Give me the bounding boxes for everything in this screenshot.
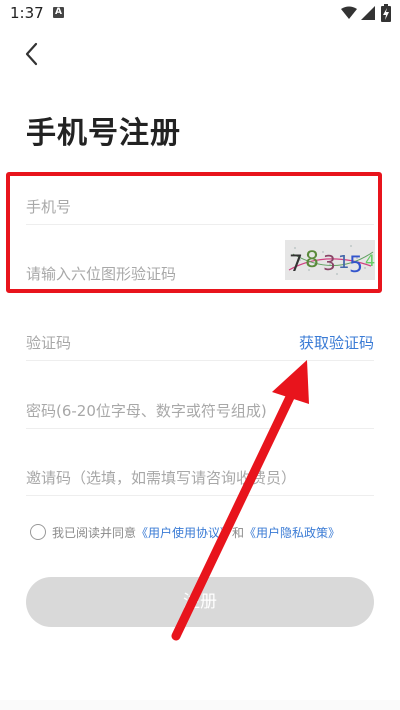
agreement-connector: 和 [232,525,245,540]
agreement-prefix: 我已阅读并同意 [52,525,137,540]
sms-code-placeholder: 验证码 [26,334,72,352]
home-indicator-area [0,700,400,710]
password-input[interactable]: 密码(6-20位字母、数字或符号组成) [26,392,374,429]
agreement-checkbox[interactable] [30,524,46,540]
notification-icon: A [53,7,64,18]
register-button[interactable]: 注册 [26,577,374,627]
user-agreement-link[interactable]: 《用户使用协议》 [136,524,232,541]
agreement-row: 我已阅读并同意 《用户使用协议》 和 《用户隐私政策》 [30,521,380,543]
privacy-policy-link[interactable]: 《用户隐私政策》 [244,524,340,541]
sms-code-input[interactable]: 验证码 获取验证码 [26,324,374,361]
back-arrow-icon[interactable] [18,40,48,70]
invite-code-placeholder: 邀请码（选填，如需填写请咨询收费员） [26,469,297,487]
status-time: 1:37 [10,4,44,22]
signal-icon [361,6,375,20]
wifi-icon [341,6,357,19]
invite-code-input[interactable]: 邀请码（选填，如需填写请咨询收费员） [26,459,374,496]
highlight-annotation-box [6,172,382,293]
password-placeholder: 密码(6-20位字母、数字或符号组成) [26,402,267,420]
battery-icon [381,4,391,22]
get-code-button[interactable]: 获取验证码 [299,332,374,353]
status-bar: 1:37 A [0,0,400,28]
page-title: 手机号注册 [26,116,181,151]
